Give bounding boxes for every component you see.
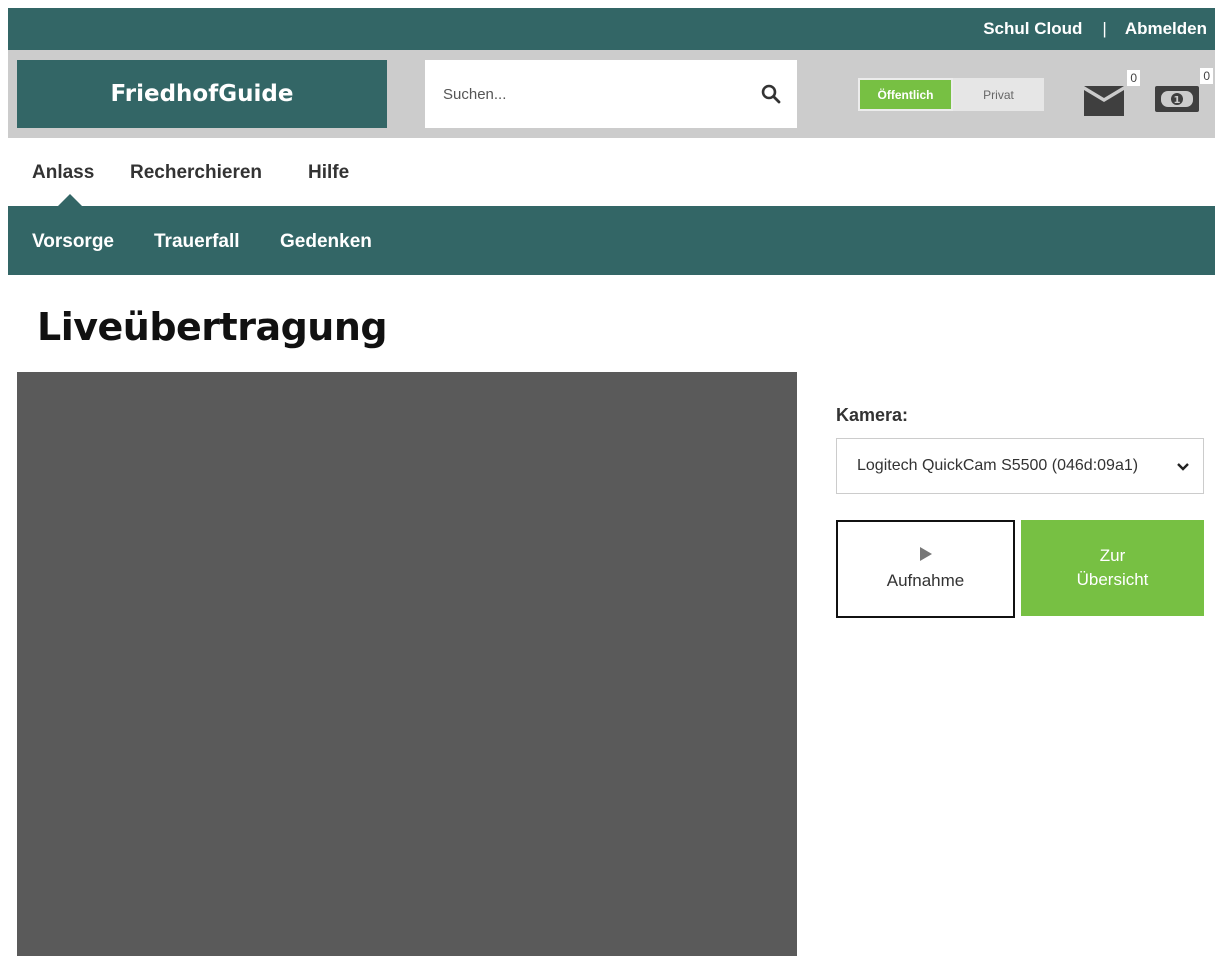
toggle-public[interactable]: Öffentlich — [858, 78, 953, 111]
play-icon — [919, 547, 932, 561]
mail-button[interactable]: 0 — [1080, 70, 1142, 120]
search-icon[interactable] — [745, 60, 797, 128]
subnav-item-trauerfall[interactable]: Trauerfall — [154, 231, 240, 253]
search-input[interactable] — [425, 60, 745, 128]
camera-select-value: Logitech QuickCam S5500 (046d:09a1) — [857, 457, 1139, 474]
overview-button-line1: Zur — [1099, 546, 1126, 565]
nav-item-recherchieren[interactable]: Recherchieren — [130, 162, 262, 184]
active-nav-caret — [58, 194, 82, 206]
header: FriedhofGuide Öffentlich Privat 0 1 0 — [8, 50, 1215, 138]
mail-count-badge: 0 — [1127, 70, 1140, 86]
sub-nav: Vorsorge Trauerfall Gedenken — [8, 206, 1215, 275]
page-title: Liveübertragung — [37, 305, 388, 349]
chevron-down-icon — [1177, 459, 1189, 477]
top-bar: Schul Cloud | Abmelden — [8, 8, 1215, 50]
record-button-label: Aufnahme — [886, 571, 965, 590]
logo[interactable]: FriedhofGuide — [17, 60, 387, 128]
mail-icon — [1084, 86, 1124, 116]
camera-select[interactable]: Logitech QuickCam S5500 (046d:09a1) — [836, 438, 1204, 494]
nav-item-anlass[interactable]: Anlass — [32, 162, 94, 184]
toggle-private[interactable]: Privat — [953, 78, 1044, 111]
nav-item-hilfe[interactable]: Hilfe — [308, 162, 349, 184]
money-icon: 1 — [1155, 86, 1199, 112]
money-count-badge: 0 — [1200, 68, 1213, 84]
money-button[interactable]: 1 0 — [1153, 68, 1215, 120]
schul-cloud-link[interactable]: Schul Cloud — [983, 19, 1082, 39]
camera-label: Kamera: — [836, 405, 909, 425]
logout-link[interactable]: Abmelden — [1125, 19, 1207, 39]
record-button[interactable]: Aufnahme — [836, 520, 1015, 618]
search-box — [425, 60, 797, 128]
topbar-separator: | — [1102, 19, 1107, 38]
visibility-toggle: Öffentlich Privat — [858, 78, 1044, 111]
overview-button[interactable]: Zur Übersicht — [1021, 520, 1204, 616]
overview-button-line2: Übersicht — [1076, 570, 1149, 589]
subnav-item-gedenken[interactable]: Gedenken — [280, 231, 372, 253]
subnav-item-vorsorge[interactable]: Vorsorge — [32, 231, 114, 253]
video-preview[interactable] — [17, 372, 797, 956]
svg-text:1: 1 — [1174, 95, 1181, 106]
main-nav: Anlass Recherchieren Hilfe — [8, 138, 1215, 206]
